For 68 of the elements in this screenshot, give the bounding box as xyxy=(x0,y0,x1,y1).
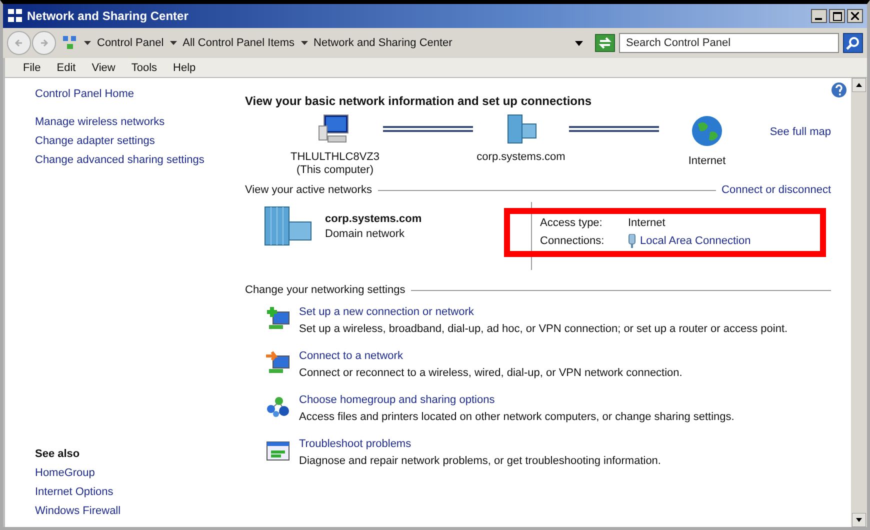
network-plus-icon xyxy=(265,306,291,332)
network-arrow-icon xyxy=(265,350,291,376)
task-link[interactable]: Connect to a network xyxy=(299,350,682,362)
section-heading: View your basic network information and set up connections xyxy=(245,94,593,108)
network-app-icon xyxy=(62,35,78,51)
node-label: corp.systems.com xyxy=(476,151,566,163)
connect-link[interactable]: Connect or disconnect xyxy=(722,184,831,196)
see-full-map-link[interactable]: See full map xyxy=(770,126,831,138)
caret-icon xyxy=(84,40,91,46)
node-label: THLULTHLC8VZ3 xyxy=(290,151,380,163)
menu-item[interactable]: Help xyxy=(167,62,202,74)
task-link[interactable]: Troubleshoot problems xyxy=(299,438,661,450)
forward-arrow-icon xyxy=(39,38,49,48)
section-title: Change your networking settings xyxy=(245,284,406,296)
search-icon xyxy=(846,36,860,50)
ethernet-plug-icon xyxy=(628,234,636,248)
connection-link[interactable]: Local Area Connection xyxy=(640,235,751,247)
breadcrumb[interactable]: Control Panel xyxy=(97,37,164,49)
back-arrow-icon xyxy=(14,38,24,48)
dropdown-caret-icon xyxy=(575,40,583,46)
sidebar-link[interactable]: Manage wireless networks xyxy=(35,116,233,128)
search-button[interactable] xyxy=(843,33,863,53)
sidebar-link[interactable]: Windows Firewall xyxy=(35,505,233,517)
detail-label: Connections: xyxy=(540,235,606,247)
sidebar-link[interactable]: Control Panel Home xyxy=(35,88,233,100)
minimize-button[interactable] xyxy=(811,9,827,23)
task-description: Set up a wireless, broadband, dial-up, ad hoc, or VPN connection; or set up a router or access point. xyxy=(299,323,788,335)
task-description: Diagnose and repair network problems, or get troubleshooting information. xyxy=(299,455,661,467)
close-icon xyxy=(851,12,859,20)
network-type: Domain network xyxy=(325,228,406,240)
window-title: Network and Sharing Center xyxy=(27,9,188,23)
maximize-button[interactable] xyxy=(829,9,845,23)
caret-icon xyxy=(300,40,308,46)
node-label: Internet xyxy=(688,155,726,167)
menu-item[interactable]: Edit xyxy=(50,62,82,74)
scrollbar[interactable] xyxy=(851,78,867,527)
sidebar-link[interactable]: Change advanced sharing settings xyxy=(35,154,233,166)
task-link[interactable]: Set up a new connection or network xyxy=(299,306,788,318)
globe-icon xyxy=(690,114,724,148)
detail-label: Access type: xyxy=(540,217,604,229)
menu-item[interactable]: View xyxy=(86,62,122,74)
detail-value: Internet xyxy=(628,217,666,229)
task-link[interactable]: Choose homegroup and sharing options xyxy=(299,394,734,406)
sidebar-link[interactable]: Internet Options xyxy=(35,486,233,498)
see-also-heading: See also xyxy=(35,448,81,460)
maximize-icon xyxy=(832,12,842,20)
task-description: Access files and printers located on other network computers, or change sharing settings. xyxy=(299,411,734,423)
sidebar-link[interactable]: Change adapter settings xyxy=(35,135,233,147)
breadcrumb[interactable]: Network and Sharing Center xyxy=(314,37,452,49)
help-icon[interactable] xyxy=(831,82,847,98)
refresh-button[interactable] xyxy=(595,34,615,52)
task-description: Connect or reconnect to a wireless, wired, dial-up, or VPN network connection. xyxy=(299,367,682,379)
network-app-icon xyxy=(7,8,23,24)
menu-item[interactable]: File xyxy=(17,62,47,74)
section-title: View your active networks xyxy=(245,184,372,196)
network-name: corp.systems.com xyxy=(325,212,422,224)
connected-spheres-icon xyxy=(265,394,291,420)
refresh-arrows-icon xyxy=(598,37,612,49)
search-field[interactable]: Search Control Panel xyxy=(619,33,839,53)
menu-item[interactable]: Tools xyxy=(125,62,164,74)
sidebar-link[interactable]: HomeGroup xyxy=(35,467,233,479)
scroll-down-icon[interactable] xyxy=(852,513,866,527)
scroll-up-icon[interactable] xyxy=(852,78,866,92)
server-building-icon xyxy=(263,206,313,246)
caret-icon xyxy=(170,40,177,46)
node-label: (This computer) xyxy=(296,164,374,176)
breadcrumb[interactable]: All Control Panel Items xyxy=(182,37,295,49)
close-button[interactable] xyxy=(847,9,863,23)
